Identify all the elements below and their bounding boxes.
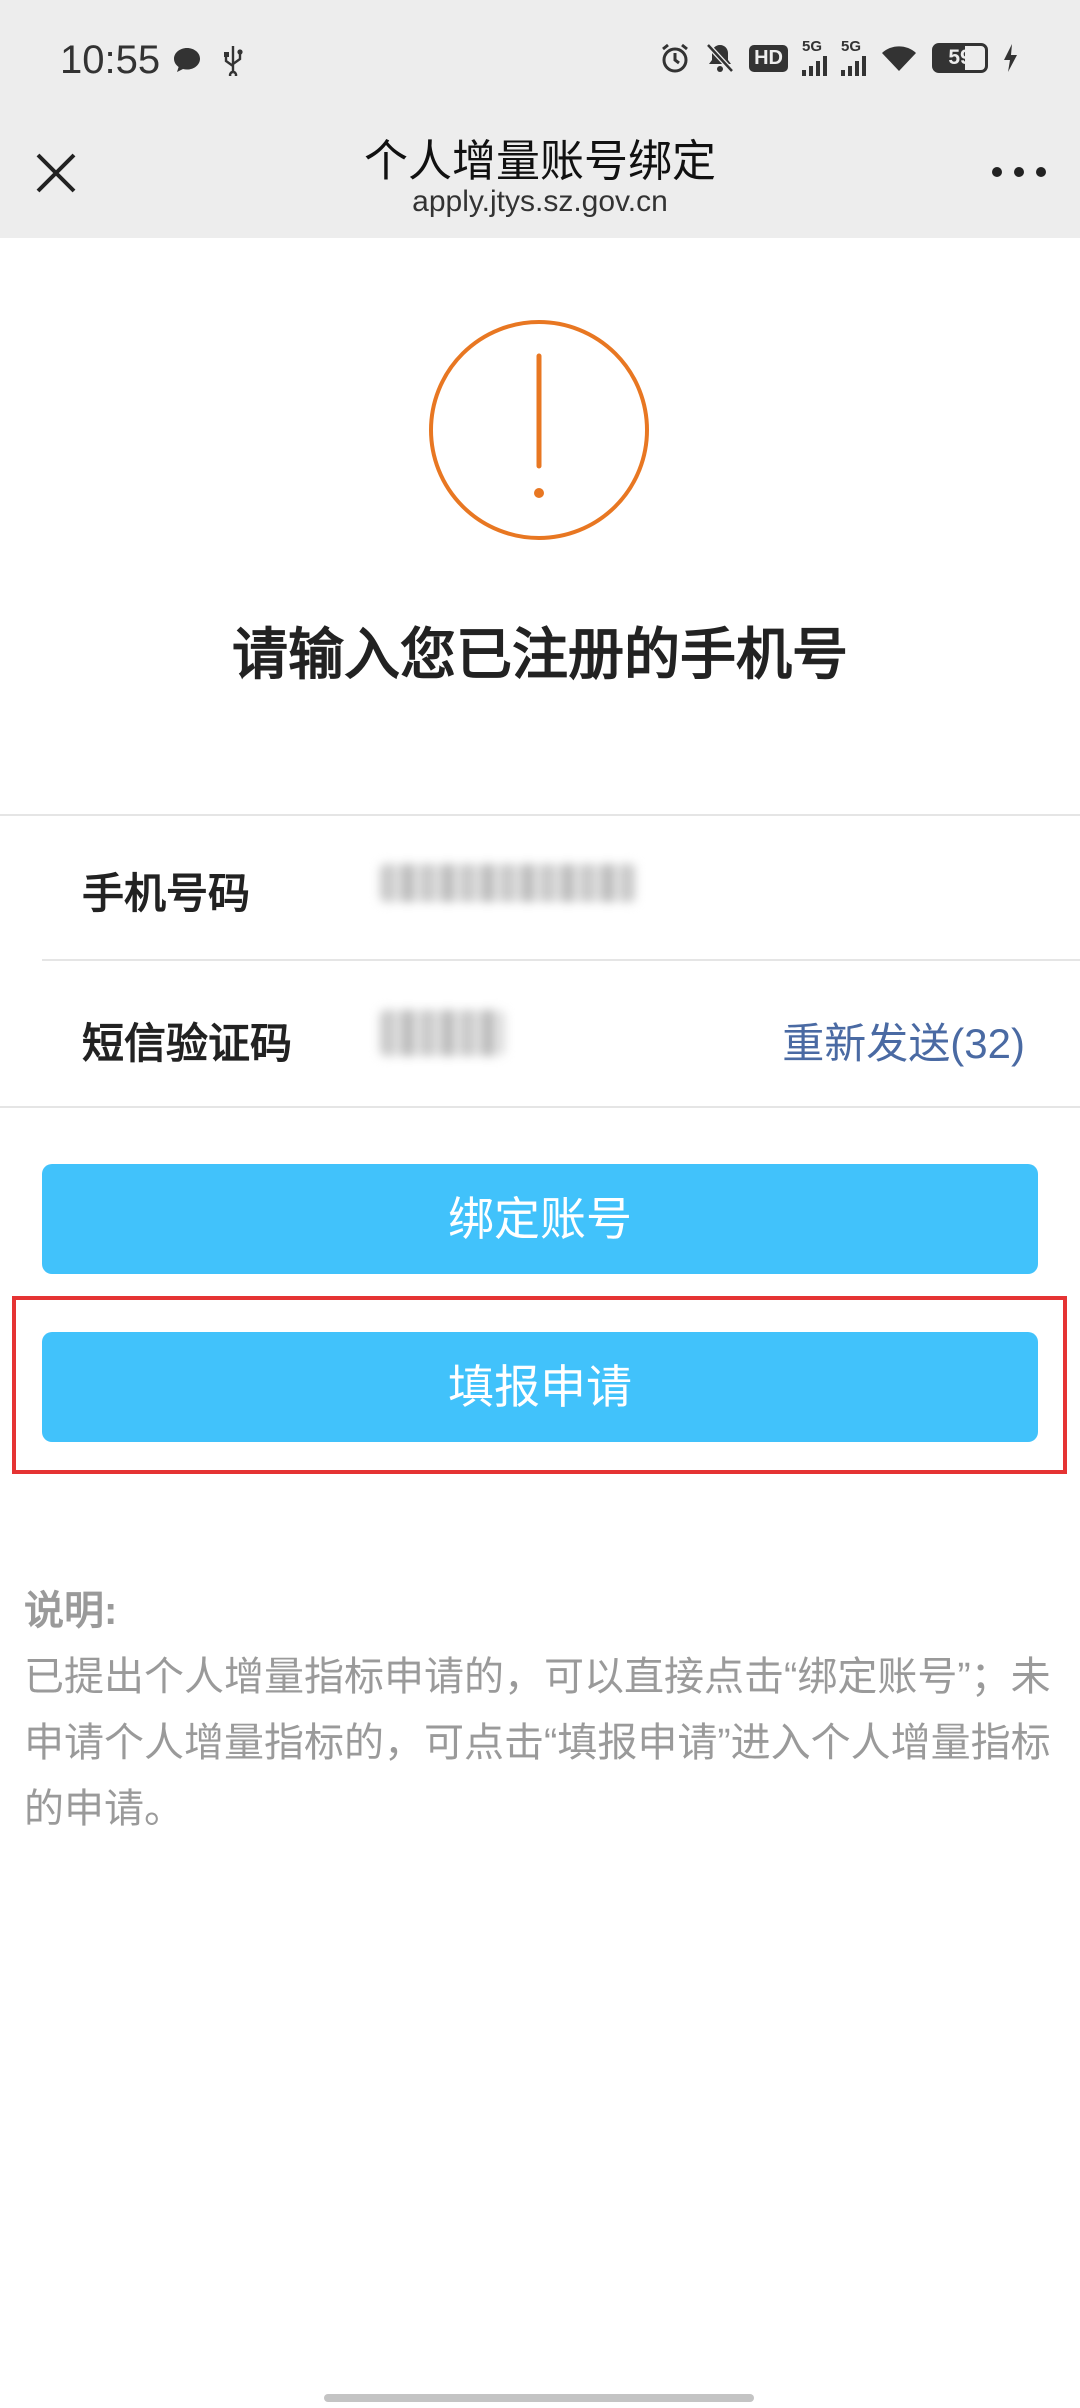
home-indicator[interactable] (324, 2394, 754, 2402)
net-label: 5G (802, 38, 823, 55)
sms-code-input[interactable] (380, 1010, 504, 1056)
net-label: 5G (841, 38, 862, 55)
wifi-icon (882, 46, 916, 71)
phone-label: 手机号码 (82, 870, 251, 917)
sms-code-label: 短信验证码 (82, 1020, 293, 1067)
status-bar: 10:55 HD 5G 5G 59 (0, 0, 1080, 125)
note-section: 说明: 已提出个人增量指标申请的，可以直接点击“绑定账号”；未申请个人增量指标的… (24, 1578, 1054, 1842)
chat-bubble-icon (174, 48, 200, 72)
page-title: 个人增量账号绑定 (364, 137, 716, 186)
resend-code-link[interactable]: 重新发送(32) (782, 1010, 1025, 1071)
battery-level: 59 (948, 46, 972, 69)
signal-5g-icon: 5G (802, 38, 827, 76)
exclamation-circle-icon (429, 320, 649, 540)
status-left-icons (172, 44, 244, 76)
mute-bell-icon (706, 43, 734, 73)
usb-icon (224, 46, 243, 76)
hd-icon: HD (749, 44, 788, 72)
note-body: 已提出个人增量指标申请的，可以直接点击“绑定账号”；未申请个人增量指标的，可点击… (24, 1655, 1051, 1831)
bind-account-button[interactable]: 绑定账号 (42, 1164, 1038, 1274)
page-url: apply.jtys.sz.gov.cn (412, 185, 668, 218)
phone-input[interactable] (380, 864, 636, 902)
note-title: 说明: (24, 1589, 118, 1633)
battery-icon: 59 (932, 43, 988, 73)
signal-5g-icon: 5G (841, 38, 866, 76)
headline: 请输入您已注册的手机号 (232, 623, 848, 686)
divider (42, 959, 1080, 961)
apply-button[interactable]: 填报申请 (42, 1332, 1038, 1442)
nav-bar: 个人增量账号绑定 apply.jtys.sz.gov.cn (0, 125, 1080, 238)
status-right-icons: HD 5G 5G 59 (659, 38, 1018, 76)
more-options-icon[interactable] (992, 165, 1046, 179)
divider (0, 814, 1080, 816)
alarm-icon (662, 43, 689, 73)
status-time: 10:55 (60, 38, 161, 82)
divider (0, 1106, 1080, 1108)
charging-icon (1004, 44, 1017, 72)
